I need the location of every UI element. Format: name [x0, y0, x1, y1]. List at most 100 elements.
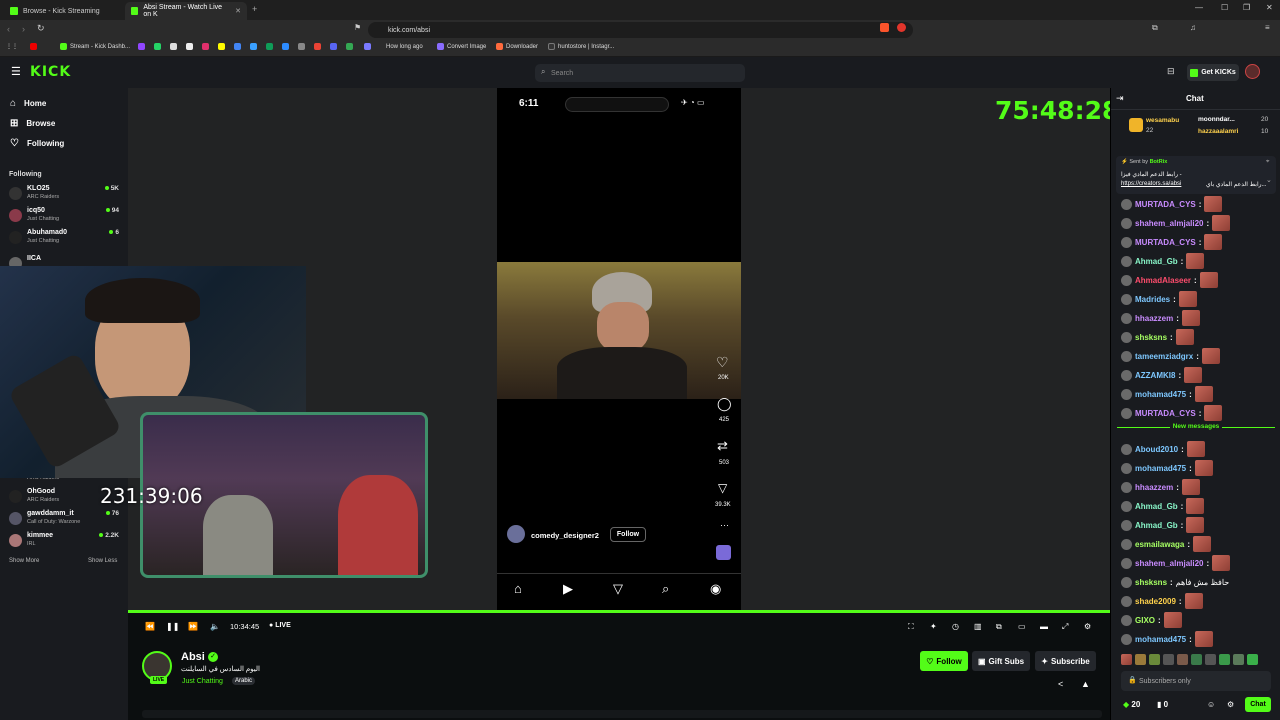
chat-message[interactable]: MURTADA_CYS:: [1121, 195, 1223, 213]
bookmark-drive-icon[interactable]: [234, 43, 241, 50]
chat-input[interactable]: 🔒 Subscribers only: [1121, 671, 1271, 691]
bookmark-downloader[interactable]: Downloader: [496, 43, 538, 50]
sparkle-icon[interactable]: ✦: [930, 622, 937, 631]
report-icon[interactable]: ▲: [1081, 679, 1090, 689]
new-tab-icon[interactable]: +: [252, 4, 257, 14]
chat-settings-icon[interactable]: ⚙: [1227, 700, 1234, 709]
chat-username[interactable]: AhmadAlaseer: [1135, 276, 1191, 285]
chat-username[interactable]: MURTADA_CYS: [1135, 238, 1196, 247]
user-avatar[interactable]: [1245, 64, 1260, 79]
chat-message[interactable]: shsksns:: [1121, 328, 1194, 346]
chat-username[interactable]: shsksns: [1135, 333, 1167, 342]
hamburger-menu-icon[interactable]: ☰: [11, 65, 21, 78]
emote-icon[interactable]: [1205, 654, 1216, 665]
chat-message[interactable]: MURTADA_CYS:: [1121, 233, 1223, 251]
phone-home-icon[interactable]: ⌂: [514, 581, 522, 596]
following-channel[interactable]: gawddamm_it Call of Duty: Warzone 76: [9, 510, 121, 530]
chat-message[interactable]: shade2009:: [1121, 592, 1203, 610]
clip-icon[interactable]: ⛶: [908, 622, 914, 632]
chat-message[interactable]: Aboud2010:: [1121, 440, 1205, 458]
chat-username[interactable]: Madrides: [1135, 295, 1170, 304]
pip-icon[interactable]: ⧉: [996, 622, 1002, 632]
chat-message[interactable]: Ahmad_Gb:: [1121, 252, 1205, 270]
points-balance[interactable]: ▮ 0: [1157, 700, 1168, 709]
chat-message[interactable]: MURTADA_CYS:: [1121, 404, 1223, 422]
get-kicks-button[interactable]: Get KICKs: [1187, 64, 1239, 81]
bookmark-mail-icon[interactable]: [314, 43, 321, 50]
emote-icon[interactable]: [1177, 654, 1188, 665]
gift-subs-button[interactable]: ▣ Gift Subs: [972, 651, 1030, 671]
chat-username[interactable]: shade2009: [1135, 597, 1176, 606]
gifter-name[interactable]: wesamabu: [1146, 117, 1179, 124]
chat-message[interactable]: shahem_almjali20:: [1121, 214, 1231, 232]
chat-username[interactable]: shsksns: [1135, 578, 1167, 587]
chat-message[interactable]: esmailawaga:: [1121, 535, 1212, 553]
following-channel[interactable]: kimmee IRL 2.2K: [9, 532, 121, 552]
brave-rewards-icon[interactable]: [897, 23, 906, 32]
chat-message[interactable]: shsksns: حافظ مش فاهم: [1121, 573, 1229, 591]
store-icon[interactable]: ⊟: [1167, 66, 1175, 77]
bookmark-docs-icon[interactable]: [250, 43, 257, 50]
chat-message[interactable]: mohamad475:: [1121, 630, 1213, 648]
chat-message[interactable]: hhaazzem:: [1121, 478, 1200, 496]
chat-message[interactable]: mohamad475:: [1121, 385, 1213, 403]
pinned-link[interactable]: https://creators.sa/absi: [1121, 181, 1181, 187]
chat-message[interactable]: tameemziadgrx:: [1121, 347, 1220, 365]
chat-username[interactable]: hhaazzem: [1135, 483, 1173, 492]
gifter-name[interactable]: hazzaaalamri: [1198, 128, 1238, 135]
show-more-link[interactable]: Show More: [9, 558, 39, 564]
forward-icon[interactable]: ›: [22, 24, 25, 34]
phone-reels-icon[interactable]: ▶: [563, 581, 573, 597]
bookmark-convert-image[interactable]: Convert Image: [437, 43, 486, 50]
emote-icon[interactable]: [1121, 654, 1132, 665]
brave-shield-icon[interactable]: [880, 23, 889, 32]
chat-username[interactable]: GIXO: [1135, 616, 1155, 625]
volume-icon[interactable]: 🔈: [210, 622, 220, 631]
more-options-icon[interactable]: ···: [720, 520, 729, 530]
close-tab-icon[interactable]: ✕: [235, 7, 241, 15]
chat-username[interactable]: tameemziadgrx: [1135, 352, 1193, 361]
chat-message[interactable]: mohamad475:: [1121, 459, 1213, 477]
bookmark-how-long-ago[interactable]: How long ago: [364, 43, 423, 50]
chat-message[interactable]: Ahmad_Gb:: [1121, 497, 1205, 515]
nav-following[interactable]: ♡ Following: [10, 138, 64, 149]
bookmark-tiktok-icon[interactable]: [186, 43, 193, 50]
nav-home[interactable]: ⌂ Home: [10, 98, 46, 109]
kicks-balance[interactable]: ◆ 20: [1123, 700, 1140, 709]
emote-icon[interactable]: [1191, 654, 1202, 665]
comment-icon[interactable]: ◯: [717, 396, 732, 412]
settings-icon[interactable]: ⚙: [1084, 622, 1091, 631]
chat-username[interactable]: Ahmad_Gb: [1135, 502, 1178, 511]
pause-icon[interactable]: ❚❚: [166, 622, 179, 631]
minimize-icon[interactable]: —: [1195, 3, 1203, 12]
bookmark-x-icon[interactable]: [170, 43, 177, 50]
chat-message[interactable]: GIXO:: [1121, 611, 1182, 629]
close-window-icon[interactable]: ✕: [1266, 3, 1273, 12]
emote-icon[interactable]: [1247, 654, 1258, 665]
bookmark-chat-icon[interactable]: [282, 43, 289, 50]
emote-icon[interactable]: [1135, 654, 1146, 665]
emote-icon[interactable]: [1163, 654, 1174, 665]
channel-name[interactable]: Absi: [181, 651, 205, 663]
expand-chevron-icon[interactable]: ⌄: [1266, 176, 1272, 184]
chat-username[interactable]: mohamad475: [1135, 464, 1186, 473]
maximize-icon[interactable]: ☐: [1221, 3, 1228, 12]
bookmark-sheets-icon[interactable]: [266, 43, 273, 50]
following-channel[interactable]: icq50 Just Chatting 94: [9, 207, 121, 227]
chat-username[interactable]: esmailawaga: [1135, 540, 1184, 549]
collapse-chat-icon[interactable]: ⇥: [1116, 93, 1124, 104]
emote-picker-icon[interactable]: ☺: [1207, 700, 1215, 709]
speed-icon[interactable]: ◷: [952, 622, 959, 631]
unpin-icon[interactable]: ⌖: [1266, 159, 1269, 166]
following-channel[interactable]: KLO25 ARC Raiders 5K: [9, 185, 121, 205]
chat-username[interactable]: MURTADA_CYS: [1135, 200, 1196, 209]
send-chat-button[interactable]: Chat: [1245, 697, 1271, 712]
phone-search-icon[interactable]: ⌕: [662, 581, 669, 597]
bookmark-icon[interactable]: ⚑: [354, 23, 361, 32]
chat-message[interactable]: AhmadAlaseer:: [1121, 271, 1218, 289]
bookmark-youtube-icon[interactable]: [30, 43, 37, 50]
bookmark-github-icon[interactable]: [298, 43, 305, 50]
emote-icon[interactable]: [1149, 654, 1160, 665]
pinned-message[interactable]: ⚡ Sent by BotRix رابط الدعم المادي فيزا …: [1116, 156, 1276, 194]
browser-tab-absi[interactable]: Absi Stream - Watch Live on K ✕: [125, 2, 247, 20]
